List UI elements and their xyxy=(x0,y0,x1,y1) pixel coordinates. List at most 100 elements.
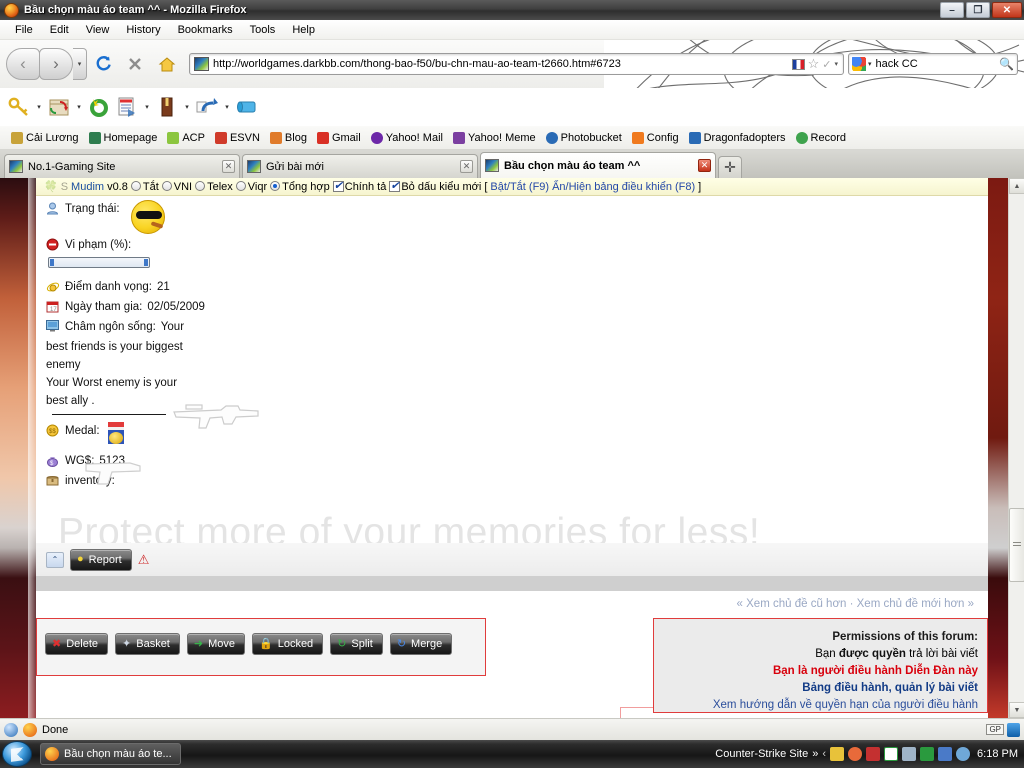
tab-close-icon[interactable]: ✕ xyxy=(698,159,711,172)
moderation-merge-button[interactable]: ↻ Merge xyxy=(389,633,453,655)
notepad-icon[interactable] xyxy=(114,93,140,121)
archive-dropdown-icon[interactable]: ▾ xyxy=(74,103,84,111)
rss-feed-icon[interactable]: ✓ xyxy=(822,58,831,71)
status-globe-icon[interactable] xyxy=(4,722,18,737)
bookmark-homepage[interactable]: Homepage xyxy=(84,130,163,146)
radio-tong-hop-icon[interactable] xyxy=(270,180,281,191)
tab-close-icon[interactable]: ✕ xyxy=(460,160,473,173)
bookmark-photobucket[interactable]: Photobucket xyxy=(541,130,627,146)
start-button[interactable] xyxy=(2,741,32,767)
tray-music-icon[interactable] xyxy=(866,747,881,761)
radio-viqr-icon[interactable] xyxy=(235,180,246,191)
mudim-mode-telex[interactable]: Telex xyxy=(195,180,233,193)
taskbar-item-firefox[interactable]: Bầu chọn màu áo te... xyxy=(40,743,181,765)
tray-antivirus-icon[interactable] xyxy=(884,747,899,761)
search-input[interactable]: hack CC xyxy=(872,58,1000,70)
google-icon[interactable] xyxy=(852,57,866,71)
menu-file[interactable]: File xyxy=(8,22,40,38)
bookmark-config[interactable]: Config xyxy=(627,130,684,146)
bookmark-acp[interactable]: ACP xyxy=(162,130,210,146)
checkbox-bo-dau-icon[interactable] xyxy=(389,179,401,192)
menu-history[interactable]: History xyxy=(119,22,167,38)
bookmark-yahoo-mail[interactable]: Yahoo! Mail xyxy=(366,130,448,146)
radio-tat-icon[interactable] xyxy=(130,180,141,191)
bookmark-star-icon[interactable]: ☆ xyxy=(808,56,820,72)
next-topic-link[interactable]: Xem chủ đề mới hơn » xyxy=(857,598,974,610)
url-dropdown-icon[interactable]: ▾ xyxy=(834,60,838,68)
permissions-panel-link[interactable]: Bảng điều hành, quản lý bài viết xyxy=(654,680,978,697)
status-firefox-icon[interactable] xyxy=(23,722,37,737)
stop-icon[interactable] xyxy=(121,49,149,79)
tray-network-icon[interactable] xyxy=(938,747,953,761)
tab-close-icon[interactable]: ✕ xyxy=(222,160,235,173)
bookmark-yahoo-meme[interactable]: Yahoo! Meme xyxy=(448,130,541,146)
key-dropdown-icon[interactable]: ▾ xyxy=(34,103,44,111)
page-scrollbar[interactable]: ▲ ▼ xyxy=(1008,178,1024,718)
close-button[interactable]: ✕ xyxy=(992,2,1022,18)
mudim-mode-viqr[interactable]: Viqr xyxy=(235,180,267,193)
undo-dropdown-icon[interactable]: ▾ xyxy=(222,103,232,111)
url-bar[interactable]: http://worldgames.darkbb.com/thong-bao-f… xyxy=(189,53,844,75)
mudim-toggle-link[interactable]: Bật/Tắt (F9) xyxy=(490,181,549,193)
mudim-checkbox-bo-dau[interactable]: Bỏ dấu kiểu mới xyxy=(389,179,481,193)
mudim-checkbox-chinh-ta[interactable]: Chính tả xyxy=(332,179,386,193)
radio-telex-icon[interactable] xyxy=(195,180,206,191)
forward-button[interactable]: › xyxy=(39,48,73,80)
menu-edit[interactable]: Edit xyxy=(43,22,76,38)
clock-time[interactable]: 6:18 PM xyxy=(977,748,1018,760)
moderation-locked-button[interactable]: 🔒 Locked xyxy=(252,633,324,655)
permissions-guide-link[interactable]: Xem hướng dẫn về quyền hạn của người điề… xyxy=(654,697,978,714)
moderation-move-button[interactable]: ➜ Move xyxy=(186,633,245,655)
tray-usb-icon[interactable] xyxy=(902,747,917,761)
tab-bau-chon-mau-ao-team[interactable]: Bầu chọn màu áo team ^^ ✕ xyxy=(480,152,716,178)
report-button[interactable]: ● Report xyxy=(70,548,132,571)
collapse-post-button[interactable]: ⌃ xyxy=(46,551,64,568)
moderation-delete-button[interactable]: ✖ Delete xyxy=(45,633,109,655)
mudim-mode-tat[interactable]: Tắt xyxy=(130,180,159,193)
tray-messenger-icon[interactable] xyxy=(848,747,863,761)
history-dropdown-icon[interactable]: ▾ xyxy=(73,48,87,80)
search-bar[interactable]: ▾ hack CC 🔍 xyxy=(848,53,1018,75)
language-flag-icon[interactable] xyxy=(791,58,805,70)
tray-mail-icon[interactable] xyxy=(830,747,845,761)
tab-no1-gaming-site[interactable]: No.1-Gaming Site ✕ xyxy=(4,154,240,178)
scrollbar-thumb[interactable] xyxy=(1009,508,1024,582)
prev-topic-link[interactable]: « Xem chủ đề cũ hơn xyxy=(737,598,847,610)
scroll-up-button[interactable]: ▲ xyxy=(1009,178,1024,194)
undo-arrow-icon[interactable] xyxy=(194,93,220,121)
key-icon[interactable] xyxy=(6,93,32,121)
menu-help[interactable]: Help xyxy=(285,22,322,38)
home-icon[interactable] xyxy=(153,49,181,79)
bookmark-dragonfadopters[interactable]: Dragonfadopters xyxy=(684,130,791,146)
bookmark-cai-luong[interactable]: Cải Lương xyxy=(6,130,84,146)
moderation-split-button[interactable]: ↻ Split xyxy=(330,633,383,655)
book-dropdown-icon[interactable]: ▾ xyxy=(182,103,192,111)
mudim-mode-vni[interactable]: VNI xyxy=(161,180,192,193)
tray-play-icon[interactable] xyxy=(920,747,935,761)
green-ring-icon[interactable] xyxy=(86,93,112,121)
search-go-icon[interactable]: 🔍 xyxy=(999,57,1014,71)
tab-gui-bai-moi[interactable]: Gửi bài mới ✕ xyxy=(242,154,478,178)
status-addon-icon[interactable] xyxy=(1007,722,1020,737)
warning-icon[interactable]: ⚠ xyxy=(138,552,154,568)
bookmark-esvn[interactable]: ESVN xyxy=(210,130,265,146)
bookmark-gmail[interactable]: Gmail xyxy=(312,130,366,146)
radio-vni-icon[interactable] xyxy=(161,180,172,191)
restore-button[interactable]: ❐ xyxy=(966,2,990,18)
new-tab-button[interactable]: ✛ xyxy=(718,156,742,178)
tray-chevron-icon[interactable]: » xyxy=(812,748,818,760)
blue-cylinder-icon[interactable] xyxy=(234,93,260,121)
scroll-down-button[interactable]: ▼ xyxy=(1009,702,1024,718)
menu-tools[interactable]: Tools xyxy=(243,22,283,38)
back-button[interactable]: ‹ xyxy=(6,48,40,80)
bookmark-blog[interactable]: Blog xyxy=(265,130,312,146)
checkbox-chinh-ta-icon[interactable] xyxy=(332,179,344,192)
tray-expand-icon[interactable]: ‹ xyxy=(822,748,826,760)
mudim-mode-tong-hop[interactable]: Tổng hợp xyxy=(270,180,330,193)
tray-volume-icon[interactable] xyxy=(956,747,971,761)
menu-bookmarks[interactable]: Bookmarks xyxy=(171,22,240,38)
book-icon[interactable] xyxy=(154,93,180,121)
menu-view[interactable]: View xyxy=(79,22,117,38)
gp-badge[interactable]: GP xyxy=(986,724,1004,735)
mudim-panel-link[interactable]: Ẩn/Hiện bảng điều khiển (F8) xyxy=(552,181,695,193)
